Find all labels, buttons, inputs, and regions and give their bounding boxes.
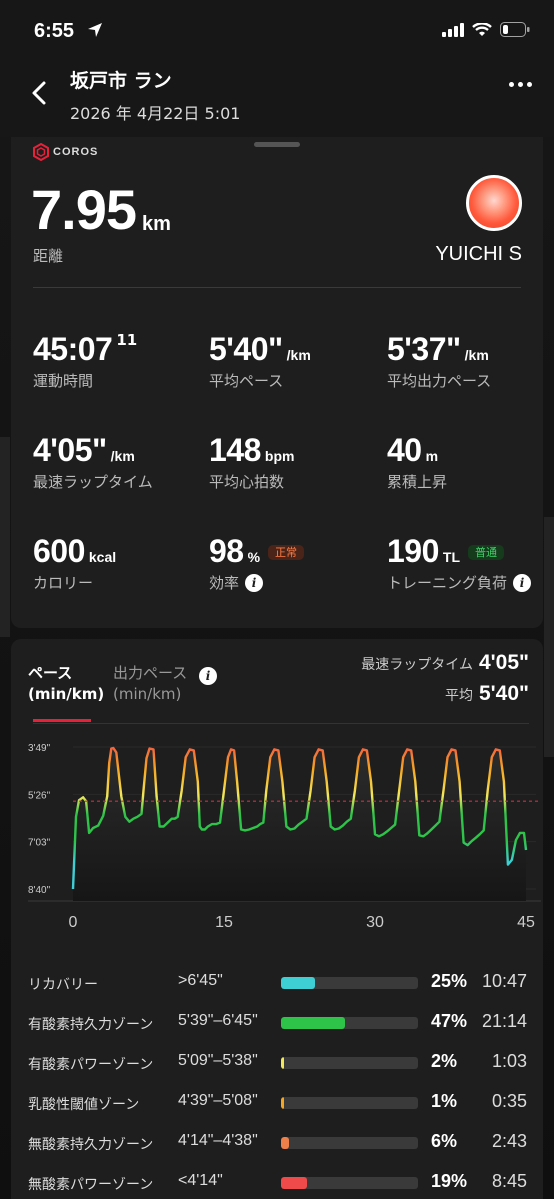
zone-range: 5'39"–6'45" <box>178 1012 258 1029</box>
zone-time: 0:35 <box>491 1091 527 1111</box>
zone-time: 21:14 <box>481 1011 527 1031</box>
zone-name: 乳酸性閾値ゾーン <box>28 1097 140 1113</box>
zone-row: 乳酸性閾値ゾーン 4'39"–5'08" 1% 0:35 <box>11 1091 543 1115</box>
status-time: 6:55 <box>34 20 75 42</box>
zone-bar <box>281 1057 418 1069</box>
zone-bar-fill <box>281 1057 284 1069</box>
zone-percent: 25% <box>431 971 468 991</box>
back-arrow-icon[interactable] <box>24 78 54 108</box>
stat-avg-power-pace: 5'37"/km 平均出力ペース <box>387 331 492 390</box>
zone-percent: 47% <box>431 1011 468 1031</box>
activity-summary-card: COROS 7.95 km 距離 YUICHI S 45:07 11 運動時間 5… <box>11 137 543 628</box>
drag-handle[interactable] <box>254 142 300 147</box>
tab-pace[interactable]: ペース (min/km) <box>28 663 104 705</box>
zone-bar-fill <box>281 977 316 989</box>
zone-range: 4'39"–5'08" <box>178 1092 258 1109</box>
zone-bar <box>281 1137 418 1149</box>
zone-bar-fill <box>281 1097 284 1109</box>
zone-name: リカバリー <box>28 977 98 993</box>
location-arrow-icon <box>88 23 102 37</box>
zone-percent: 6% <box>431 1131 458 1151</box>
zone-name: 有酸素パワーゾーン <box>28 1057 154 1073</box>
zone-range: >6'45" <box>178 972 223 989</box>
zone-row: 無酸素持久力ゾーン 4'14"–4'38" 6% 2:43 <box>11 1131 543 1155</box>
active-tab-indicator <box>33 719 91 722</box>
y-tick-label: 3'49" <box>28 743 51 754</box>
zone-percent: 19% <box>431 1171 468 1191</box>
pace-card: ペース (min/km) 出力ペース (min/km) i 最速ラップタイム 4… <box>11 639 543 1199</box>
zone-name: 無酸素パワーゾーン <box>28 1177 154 1193</box>
zone-bar <box>281 1017 418 1029</box>
y-tick-label: 5'26" <box>28 790 51 801</box>
zone-range: 5'09"–5'38" <box>178 1052 258 1069</box>
info-icon[interactable]: i <box>245 573 264 592</box>
activity-header: 坂戸市 ラン 2026 年 4月22日 5:01 <box>0 60 554 137</box>
y-tick-label: 7'03" <box>28 838 51 849</box>
status-badge: 普通 <box>468 544 504 560</box>
x-tick-label: 45 <box>517 914 535 931</box>
zone-row: 有酸素持久力ゾーン 5'39"–6'45" 47% 21:14 <box>11 1011 543 1035</box>
map-road <box>0 437 10 637</box>
stat-duration: 45:07 11 運動時間 <box>33 331 138 390</box>
zone-bar-fill <box>281 1017 346 1029</box>
coros-logo: COROS <box>33 143 98 161</box>
zone-bar-fill <box>281 1177 308 1189</box>
status-icons <box>442 22 530 37</box>
avg-pace-summary: 平均 5'40" <box>445 682 529 705</box>
distance-unit: km <box>142 213 171 235</box>
user-name: YUICHI S <box>435 243 522 265</box>
fastest-lap-summary: 最速ラップタイム 4'05" <box>361 651 529 674</box>
stat-avg-pace: 5'40"/km 平均ペース <box>209 331 311 390</box>
zone-bar-fill <box>281 1137 290 1149</box>
user-avatar[interactable] <box>466 175 522 231</box>
x-tick-label: 15 <box>215 914 233 931</box>
map-road <box>544 517 554 757</box>
zone-range: <4'14" <box>178 1172 223 1189</box>
distance-value: 7.95 <box>31 178 137 241</box>
more-options-icon[interactable] <box>509 82 532 87</box>
stat-avg-heart-rate: 148 bpm 平均心拍数 <box>209 432 295 491</box>
activity-title: 坂戸市 ラン <box>70 70 172 92</box>
zone-row: 無酸素パワーゾーン <4'14" 19% 8:45 <box>11 1171 543 1195</box>
zone-name: 無酸素持久力ゾーン <box>28 1137 154 1153</box>
status-badge: 正常 <box>268 544 305 560</box>
zone-time: 10:47 <box>481 971 527 991</box>
pace-chart[interactable]: 3'49" 5'26" 7'03" 8'40" 0 15 30 45 <box>11 729 543 939</box>
zone-bar <box>281 977 418 989</box>
stat-efficiency: 98% 正常 効率 i <box>209 533 305 593</box>
zone-percent: 1% <box>431 1091 458 1111</box>
cellular-signal-icon <box>442 22 464 37</box>
zone-percent: 2% <box>431 1051 458 1071</box>
stat-elevation-gain: 40 m 累積上昇 <box>387 432 448 491</box>
zone-range: 4'14"–4'38" <box>178 1132 258 1149</box>
distance-label: 距離 <box>33 247 64 265</box>
zone-time: 2:43 <box>491 1131 527 1151</box>
divider <box>33 723 529 724</box>
tab-power-pace[interactable]: 出力ペース (min/km) <box>113 663 187 705</box>
activity-date: 2026 年 4月22日 5:01 <box>70 104 241 123</box>
zone-row: 有酸素パワーゾーン 5'09"–5'38" 2% 1:03 <box>11 1051 543 1075</box>
zone-bar <box>281 1177 418 1189</box>
zone-bar <box>281 1097 418 1109</box>
x-tick-label: 30 <box>366 914 384 931</box>
x-tick-label: 0 <box>69 914 78 931</box>
status-bar: 6:55 <box>0 0 554 60</box>
coros-logo-icon <box>33 143 49 161</box>
stat-training-load: 190 TL 普通 トレーニング負荷 i <box>387 533 532 593</box>
y-tick-label: 8'40" <box>28 885 51 896</box>
zone-time: 8:45 <box>491 1171 527 1191</box>
zone-time: 1:03 <box>491 1051 527 1071</box>
battery-icon <box>500 22 530 37</box>
zone-name: 有酸素持久力ゾーン <box>28 1017 154 1033</box>
info-icon[interactable]: i <box>199 667 217 685</box>
info-icon[interactable]: i <box>513 573 532 592</box>
stat-fastest-lap: 4'05"/km 最速ラップタイム <box>33 432 153 491</box>
divider <box>33 287 521 288</box>
stat-calories: 600 kcal カロリー <box>33 533 117 592</box>
wifi-icon <box>472 22 492 36</box>
zone-row: リカバリー >6'45" 25% 10:47 <box>11 971 543 995</box>
